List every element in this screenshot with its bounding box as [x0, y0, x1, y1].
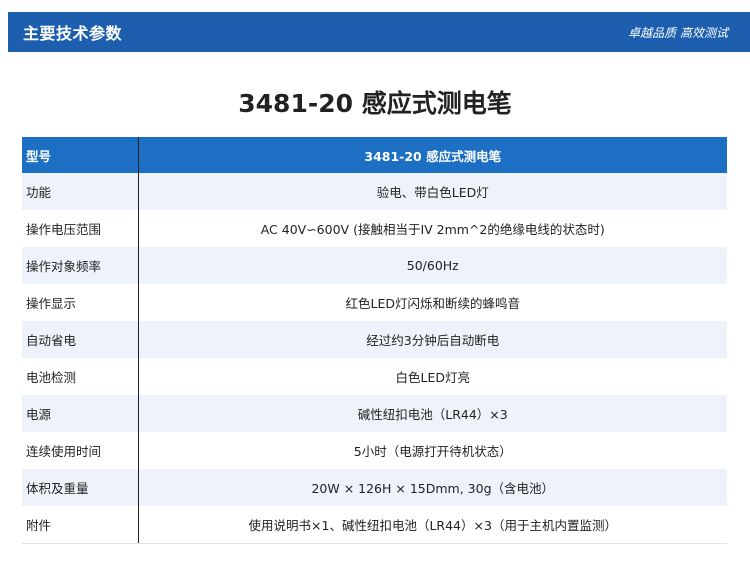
brand-slogan: 卓越品质 高效测试: [628, 25, 728, 40]
row-label: 电池检测: [22, 358, 139, 395]
table-header-row: 型号 3481-20 感应式测电笔: [22, 137, 727, 173]
row-label: 操作电压范围: [22, 210, 139, 247]
table-row: 连续使用时间 5小时（电源打开待机状态）: [22, 432, 727, 469]
row-label: 体积及重量: [22, 469, 139, 506]
table-row: 电源 碱性纽扣电池（LR44）×3: [22, 395, 727, 432]
row-value: 20W × 126H × 15Dmm, 30g（含电池）: [138, 469, 727, 506]
table-row: 附件 使用说明书×1、碱性纽扣电池（LR44）×3（用于主机内置监测）: [22, 506, 727, 544]
row-value: 5小时（电源打开待机状态）: [138, 432, 727, 469]
table-row: 自动省电 经过约3分钟后自动断电: [22, 321, 727, 358]
table-row: 操作显示 红色LED灯闪烁和断续的蜂鸣音: [22, 284, 727, 321]
header-label-cell: 型号: [22, 137, 139, 173]
row-label: 操作对象频率: [22, 247, 139, 284]
row-value: 验电、带白色LED灯: [138, 173, 727, 210]
table-row: 电池检测 白色LED灯亮: [22, 358, 727, 395]
row-label: 附件: [22, 506, 139, 544]
row-value: 红色LED灯闪烁和断续的蜂鸣音: [138, 284, 727, 321]
row-value: 碱性纽扣电池（LR44）×3: [138, 395, 727, 432]
page-title: 3481-20 感应式测电笔: [238, 89, 512, 118]
table-row: 操作电压范围 AC 40V∽600V (接触相当于IV 2mm^2的绝缘电线的状…: [22, 210, 727, 247]
row-value: AC 40V∽600V (接触相当于IV 2mm^2的绝缘电线的状态时): [138, 210, 727, 247]
header-value-cell: 3481-20 感应式测电笔: [138, 137, 727, 173]
row-label: 自动省电: [22, 321, 139, 358]
row-value: 白色LED灯亮: [138, 358, 727, 395]
section-header-bar: 主要技术参数 卓越品质 高效测试: [8, 12, 750, 52]
table-row: 操作对象频率 50/60Hz: [22, 247, 727, 284]
table-row: 功能 验电、带白色LED灯: [22, 173, 727, 210]
row-value: 使用说明书×1、碱性纽扣电池（LR44）×3（用于主机内置监测）: [138, 506, 727, 544]
spec-table: 型号 3481-20 感应式测电笔 功能 验电、带白色LED灯 操作电压范围 A…: [22, 137, 727, 544]
table-row: 体积及重量 20W × 126H × 15Dmm, 30g（含电池）: [22, 469, 727, 506]
row-value: 50/60Hz: [138, 247, 727, 284]
row-value: 经过约3分钟后自动断电: [138, 321, 727, 358]
row-label: 连续使用时间: [22, 432, 139, 469]
section-title: 主要技术参数: [23, 24, 123, 43]
row-label: 电源: [22, 395, 139, 432]
row-label: 操作显示: [22, 284, 139, 321]
row-label: 功能: [22, 173, 139, 210]
